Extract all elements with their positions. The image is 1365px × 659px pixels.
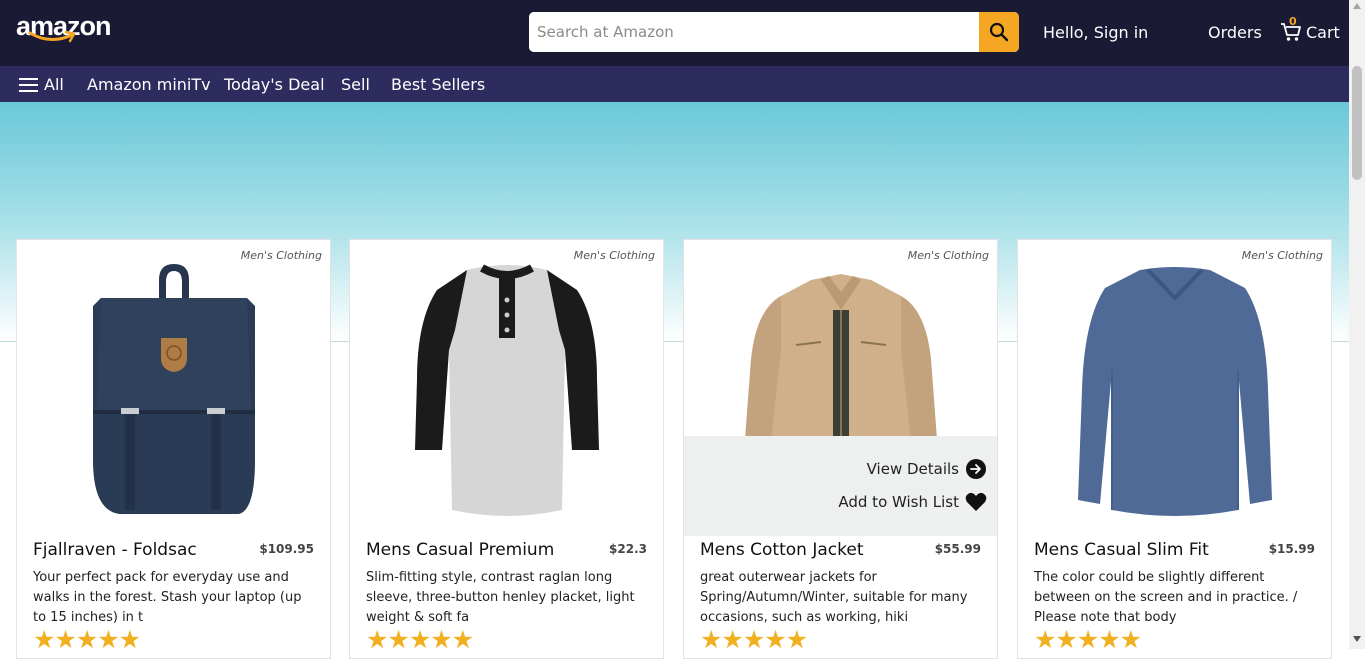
product-image-jacket[interactable]	[684, 270, 997, 436]
product-card[interactable]: Men's Clothing View Details Add to Wish …	[683, 239, 998, 659]
product-title[interactable]: Mens Cotton Jacket	[700, 540, 863, 560]
heart-icon	[965, 492, 987, 511]
orders-link[interactable]: Orders	[1208, 23, 1262, 42]
product-category: Men's Clothing	[907, 249, 989, 262]
subnav-all[interactable]: All	[44, 75, 64, 94]
logo-smile-icon	[28, 30, 76, 43]
sign-in-link[interactable]: Hello, Sign in	[1043, 23, 1148, 42]
subnav-todays-deal[interactable]: Today's Deal	[224, 75, 325, 94]
rating-stars: ★★★★★	[700, 625, 808, 654]
add-to-wishlist-button[interactable]: Add to Wish List	[838, 492, 987, 512]
rating-stars: ★★★★★	[33, 625, 141, 654]
product-image-raglan-shirt[interactable]	[350, 260, 663, 520]
view-details-label: View Details	[866, 460, 959, 478]
product-title[interactable]: Mens Casual Slim Fit	[1034, 540, 1209, 560]
product-card[interactable]: Men's Clothing Mens Casual Slim Fit $15.…	[1017, 239, 1332, 659]
subnav-sell[interactable]: Sell	[341, 75, 370, 94]
product-card[interactable]: Men's Clothing Mens Casual Premium $22.3…	[349, 239, 664, 659]
scroll-down-arrow-icon[interactable]	[1353, 636, 1361, 642]
product-title[interactable]: Mens Casual Premium	[366, 540, 554, 560]
product-price: $15.99	[1268, 542, 1315, 556]
product-hover-overlay: View Details Add to Wish List	[684, 436, 997, 536]
cart-count-badge: 0	[1289, 15, 1297, 28]
subnav-best-sellers[interactable]: Best Sellers	[391, 75, 485, 94]
add-to-wishlist-label: Add to Wish List	[838, 493, 959, 511]
search-input[interactable]	[529, 12, 974, 52]
product-price: $109.95	[259, 542, 314, 556]
product-description: Slim-fitting style, contrast raglan long…	[366, 570, 635, 625]
rating-stars: ★★★★★	[366, 625, 474, 654]
scroll-up-arrow-icon[interactable]	[1353, 3, 1361, 9]
rating-stars: ★★★★★	[1034, 625, 1142, 654]
product-description: The color could be slightly different be…	[1034, 570, 1298, 625]
search-bar	[529, 12, 1019, 52]
cart-button[interactable]: 0 Cart	[1280, 15, 1340, 46]
product-title[interactable]: Fjallraven - Foldsac	[33, 540, 197, 560]
product-description: great outerwear jackets for Spring/Autum…	[700, 570, 968, 625]
view-details-button[interactable]: View Details	[867, 458, 987, 480]
top-navbar: amazon Hello, Sign in Orders 0 Cart	[0, 0, 1349, 66]
product-description: Your perfect pack for everyday use and w…	[33, 570, 302, 625]
page-scrollbar[interactable]	[1349, 0, 1365, 649]
product-image-backpack[interactable]	[17, 260, 330, 520]
arrow-right-circle-icon	[966, 459, 986, 479]
subnav-miniTv[interactable]: Amazon miniTv	[87, 75, 211, 94]
search-button[interactable]	[979, 12, 1019, 52]
product-price: $55.99	[934, 542, 981, 556]
scrollbar-thumb[interactable]	[1352, 66, 1362, 180]
product-price: $22.3	[609, 542, 647, 556]
sub-navbar: All Amazon miniTv Today's Deal Sell Best…	[0, 66, 1349, 102]
cart-label: Cart	[1306, 22, 1340, 42]
search-icon	[989, 22, 1009, 42]
hamburger-menu-icon[interactable]	[19, 78, 38, 92]
product-card[interactable]: Men's Clothing Fjallraven - Foldsac $109…	[16, 239, 331, 659]
product-image-long-sleeve-tee[interactable]	[1018, 260, 1331, 520]
